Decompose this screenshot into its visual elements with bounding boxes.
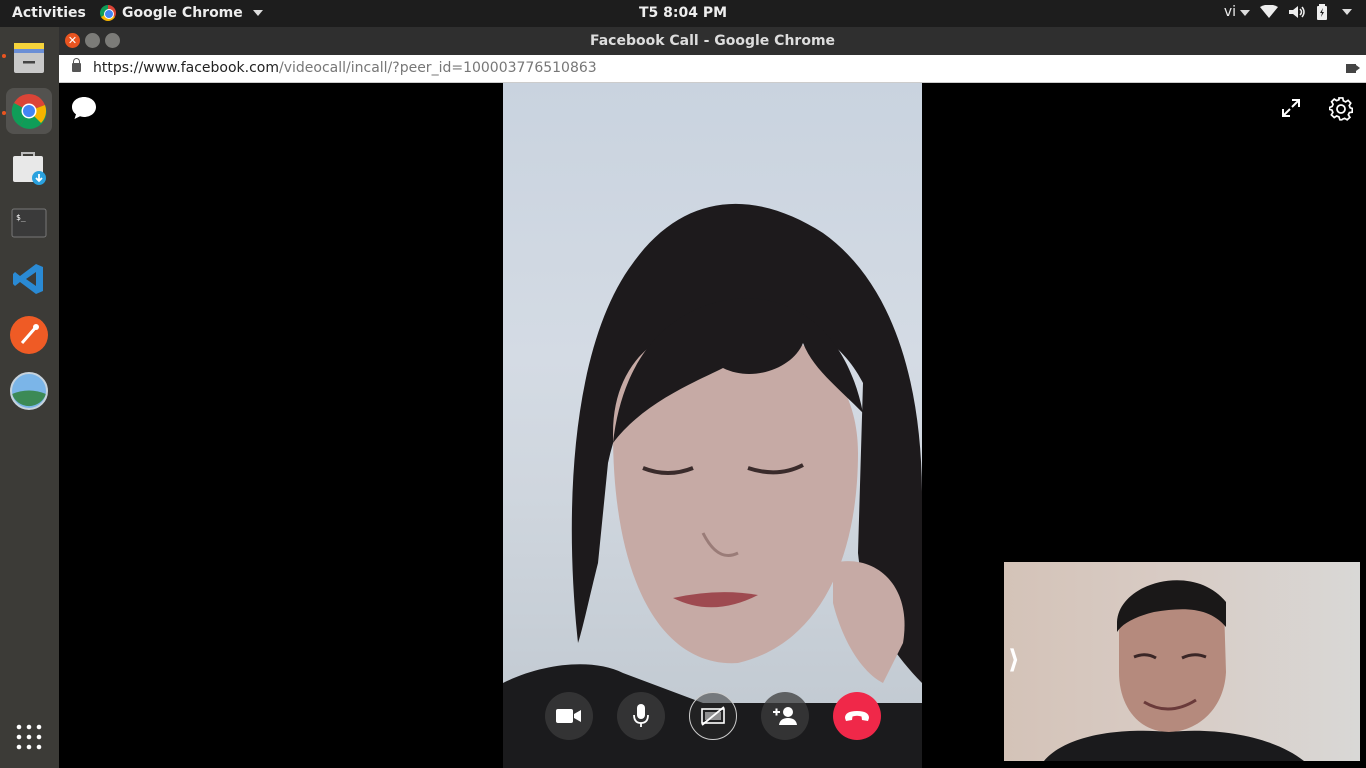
postman-icon bbox=[10, 316, 48, 354]
chevron-down-icon bbox=[1240, 10, 1250, 16]
software-center-icon bbox=[13, 152, 46, 185]
video-toggle-button[interactable] bbox=[545, 692, 593, 740]
volume-icon bbox=[1289, 6, 1305, 18]
fullscreen-icon[interactable] bbox=[1281, 98, 1301, 118]
settings-gear-icon[interactable] bbox=[1329, 97, 1353, 121]
chrome-icon bbox=[11, 94, 47, 129]
dock-files[interactable] bbox=[6, 34, 52, 80]
chat-bubble-icon[interactable] bbox=[71, 96, 97, 120]
address-bar[interactable]: https://www.facebook.com/videocall/incal… bbox=[59, 55, 1366, 83]
self-participant-image bbox=[1044, 580, 1304, 761]
show-apps-icon bbox=[16, 724, 42, 750]
hang-up-icon bbox=[845, 711, 869, 721]
dock-postman[interactable] bbox=[6, 312, 52, 358]
screen-share-off-icon bbox=[701, 706, 725, 726]
top-bar: Activities Google Chrome T5 8:04 PM vi bbox=[0, 0, 1366, 27]
screen-share-button[interactable] bbox=[689, 692, 737, 740]
end-call-button[interactable] bbox=[833, 692, 881, 740]
microphone-icon bbox=[633, 704, 649, 727]
url-text[interactable]: https://www.facebook.com/videocall/incal… bbox=[93, 60, 597, 76]
remote-video bbox=[503, 83, 922, 768]
url-host: https://www.facebook.com bbox=[93, 60, 279, 76]
url-path: /videocall/incall/?peer_id=1000037765108… bbox=[279, 60, 597, 76]
window-titlebar[interactable]: ✕ Facebook Call - Google Chrome bbox=[59, 27, 1366, 55]
dock-show-apps[interactable] bbox=[6, 714, 52, 760]
add-person-icon bbox=[773, 707, 797, 725]
dock-chrome[interactable] bbox=[6, 88, 52, 134]
collapse-self-view-toggle[interactable]: ⟩ bbox=[1008, 647, 1020, 673]
add-person-button[interactable] bbox=[761, 692, 809, 740]
input-method-indicator[interactable]: vi bbox=[1224, 4, 1250, 20]
svg-text:$_: $_ bbox=[16, 213, 26, 222]
camera-in-use-icon[interactable] bbox=[1346, 64, 1356, 73]
system-tray[interactable]: vi bbox=[1224, 4, 1352, 20]
remote-participant-image bbox=[503, 203, 922, 768]
terminal-icon: $_ bbox=[11, 208, 47, 238]
dock-software-center[interactable] bbox=[6, 144, 52, 190]
dock-shotwell[interactable] bbox=[6, 368, 52, 414]
video-call-stage: ⟩ bbox=[59, 83, 1366, 768]
self-video-preview[interactable]: ⟩ bbox=[1004, 562, 1360, 761]
dock-vscode[interactable] bbox=[6, 256, 52, 302]
mic-toggle-button[interactable] bbox=[617, 692, 665, 740]
lock-icon[interactable] bbox=[72, 58, 81, 72]
shotwell-icon bbox=[10, 372, 48, 410]
power-menu-chevron-icon[interactable] bbox=[1342, 9, 1352, 15]
files-icon bbox=[14, 43, 44, 73]
clock[interactable]: T5 8:04 PM bbox=[0, 5, 1366, 21]
input-method-label: vi bbox=[1223, 4, 1236, 20]
dock-terminal[interactable]: $_ bbox=[6, 200, 52, 246]
call-controls bbox=[545, 692, 881, 740]
dock: $_ bbox=[0, 27, 59, 768]
battery-icon bbox=[1317, 4, 1327, 20]
wifi-icon bbox=[1260, 5, 1278, 18]
video-camera-icon bbox=[556, 709, 581, 723]
window-title: Facebook Call - Google Chrome bbox=[589, 33, 836, 49]
vscode-icon bbox=[13, 264, 43, 294]
